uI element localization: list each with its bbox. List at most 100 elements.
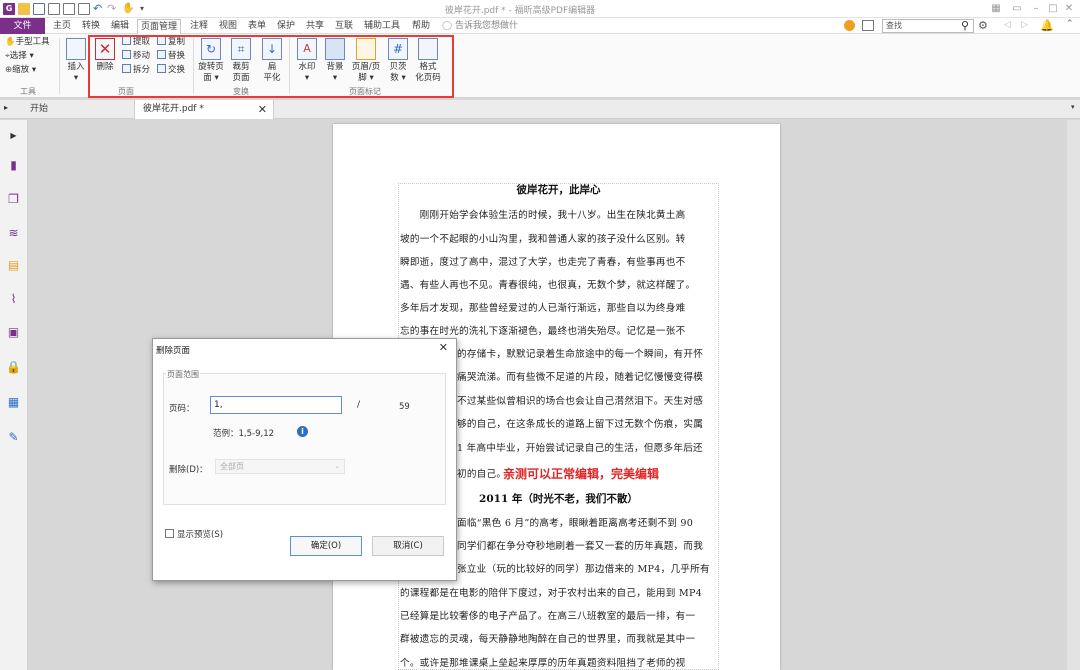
menu-connect[interactable]: 互联 [335,18,353,34]
show-preview-checkbox[interactable]: 显示预览(S) [165,528,223,540]
save-icon[interactable] [33,3,45,15]
checkbox-icon [165,529,174,538]
app-logo-icon: G [3,3,15,15]
menu-view[interactable]: 视图 [219,18,237,34]
red-annotation: 亲测可以正常编辑，完美编辑 [503,467,660,481]
hand-tool-icon[interactable]: ✋ [122,3,134,15]
cancel-button[interactable]: 取消(C) [372,536,444,556]
comments-icon[interactable]: ▤ [6,258,21,273]
doc-line: 坡的一个不起眼的小山沟里，我和普通人家的孩子没什么区别。转 [400,234,686,245]
doc-line: 不过某些似曾相识的场合也会让自己潸然泪下。天生对感 [457,396,704,407]
hand-tool-button[interactable]: ✋手型工具 [5,36,50,48]
menu-file[interactable]: 文件 [0,18,45,34]
vertical-scrollbar[interactable] [1067,120,1080,670]
doc-line: 个。或许是那堆课桌上垒起来厚厚的历年真题资料阻挡了老师的视 [400,658,686,669]
menu-protect[interactable]: 保护 [277,18,295,34]
bell-icon[interactable]: 🔔 [1040,19,1054,32]
title-bar: G ↶ ↷ ✋ ▾ 彼岸花开.pdf * - 福昕高级PDF编辑器 ▦ ▭ – … [0,0,1080,18]
security-lock-icon[interactable]: 🔒 [6,360,21,375]
panel-toggle-icon[interactable]: ▸ [4,103,8,112]
gear-icon[interactable]: ⚙ [978,19,988,32]
menu-bar: 文件 主页 转换 编辑 页面管理 注释 视图 表单 保护 共享 互联 辅助工具 … [0,18,1080,34]
hand-icon: ✋ [5,37,16,47]
doc-line: 多年后才发现，那些曾经爱过的人已渐行渐远，那些自以为终身难 [400,303,686,314]
minimize-icon[interactable]: – [1030,3,1042,14]
range-example: 范例：1,5-9,12 [213,429,275,439]
expand-panel-icon[interactable]: ▶ [6,128,21,143]
redo-icon[interactable]: ↷ [107,3,119,15]
page-thumbnails-icon[interactable]: ❐ [6,192,21,207]
restore-window-icon[interactable]: ▭ [1011,3,1023,14]
print-icon[interactable] [48,3,60,15]
search-icon[interactable]: ⚲ [961,19,969,32]
page-slash: / [357,400,361,410]
doc-line: 遇、有些人再也不见。青春很纯，也很真，无数个梦，就这样醒了。 [400,280,696,291]
page-range-group [163,373,446,505]
doc-line: 初的自己。 [457,469,507,480]
window-title: 彼岸花开.pdf * - 福昕高级PDF编辑器 [444,6,596,16]
tab-document[interactable]: 彼岸花开.pdf * ✕ [134,100,274,119]
doc-line: 痛哭流涕。而有些微不足道的片段，随着记忆慢慢变得模 [457,372,704,383]
undo-icon[interactable]: ↶ [93,3,105,15]
page-number-label: 页码： [169,404,195,414]
menu-page-management[interactable]: 页面管理 [137,19,182,34]
page-number-input[interactable]: 1, [210,396,342,414]
attachment-icon[interactable]: ⌇ [6,292,21,307]
select-tool-button[interactable]: ⌖选择 ▾ [5,50,34,62]
ribbon-collapse-icon[interactable]: ⌃ [1066,19,1074,29]
doc-line: 已经算是比较奢侈的电子产品了。在高三八班教室的最后一排，有一 [400,611,696,622]
screenshot-icon[interactable] [78,3,90,15]
doc-line: 瞬即逝，度过了高中，混过了大学，也走完了青春，有些事再也不 [400,257,686,268]
menu-comment[interactable]: 注释 [190,18,208,34]
dialog-title: 删除页面 [156,346,191,356]
forward-icon[interactable]: ▷ [1021,20,1028,30]
chevron-down-icon: ⌄ [334,462,340,470]
doc-line: 1 年高中毕业，开始尝试记录自己的生活，但愿多年后还 [457,443,703,454]
info-icon[interactable]: i [297,426,308,437]
layers-icon[interactable]: ≋ [6,226,21,241]
tab-start[interactable]: 开始 [20,100,130,119]
doc-line: 群被遗忘的灵魂，每天静静地陶醉在自己的世界里，而我就是其中一 [400,634,696,645]
menu-form[interactable]: 表单 [248,18,266,34]
search-type-icon[interactable] [862,20,874,31]
doc-line: 刚刚开始学会体验生活的时候，我十八岁。出生在陕北黄土高 [400,210,686,221]
close-tab-icon[interactable]: ✕ [258,100,267,119]
doc-line: 的存储卡，默默记录着生命旅途中的每一个瞬间，有开怀 [457,349,704,360]
document-tab-bar: ▸ 开始 彼岸花开.pdf * ✕ ▾ [0,100,1080,119]
total-pages: 59 [399,402,410,412]
form-fields-icon[interactable]: ▦ [6,395,21,410]
menu-share[interactable]: 共享 [306,18,324,34]
menu-accessibility[interactable]: 辅助工具 [364,18,400,34]
doc-line: 够的自己，在这条成长的道路上留下过无数个伤痕，实属 [457,419,704,430]
delete-scope-label: 删除(D)： [169,465,208,475]
tab-list-icon[interactable]: ▾ [1071,103,1075,111]
delete-scope-select[interactable]: 全部页 ⌄ [215,459,345,474]
menu-convert[interactable]: 转换 [82,18,100,34]
back-icon[interactable]: ◁ [1004,20,1011,30]
page-range-label: 页面范围 [166,369,200,380]
bookmark-icon[interactable]: ▮ [6,158,21,173]
lightbulb-icon: ◯ [442,21,455,31]
menu-edit[interactable]: 编辑 [111,18,129,34]
email-icon[interactable] [63,3,75,15]
group-label-tools: 工具 [20,87,36,96]
insert-page-icon [66,38,86,60]
customize-dropdown-icon[interactable]: ▾ [140,3,152,15]
ok-button[interactable]: 确定(O) [290,536,362,556]
dialog-close-icon[interactable]: ✕ [439,341,448,354]
menu-help[interactable]: 帮助 [412,18,430,34]
menu-home[interactable]: 主页 [53,18,71,34]
doc-line: 面临“黑色 6 月”的高考，眼瞅着距离高考还剩不到 90 [457,518,694,529]
smiley-feedback-icon[interactable] [844,20,855,31]
layout-icon[interactable]: ▦ [990,3,1002,14]
tell-me-input[interactable]: ◯ 告诉我您想做什 [442,18,518,34]
zoom-tool-button[interactable]: ⊕缩放 ▾ [5,64,36,76]
close-window-icon[interactable]: ✕ [1063,3,1075,14]
doc-line: 忘的事在时光的洗礼下逐渐褪色，最终也消失殆尽。记忆是一张不 [400,326,686,337]
signature-icon[interactable]: ✎ [6,430,21,445]
maximize-icon[interactable]: □ [1047,3,1059,14]
document-properties-icon[interactable]: ▣ [6,325,21,340]
doc-title: 彼岸花开，此岸心 [516,184,601,196]
open-folder-icon[interactable] [18,3,30,15]
insert-button[interactable]: 插入 ▾ [63,38,89,84]
